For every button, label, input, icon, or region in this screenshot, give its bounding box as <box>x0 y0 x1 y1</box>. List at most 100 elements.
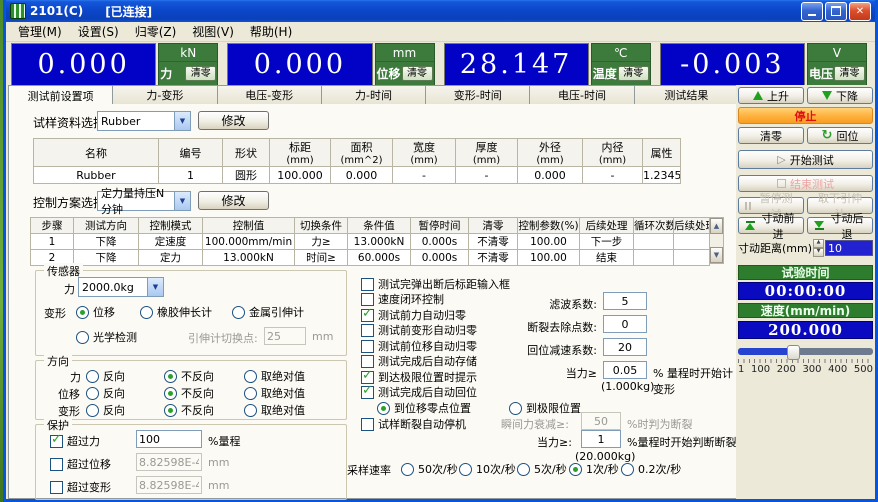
dir-force-absolute[interactable]: 取绝对值 <box>244 368 305 384</box>
tab-pretest-settings[interactable]: 测试前设置项 <box>8 85 113 105</box>
dir-displacement-absolute[interactable]: 取绝对值 <box>244 385 305 401</box>
sampling-50-radio[interactable]: 50次/秒 <box>401 461 458 477</box>
return-arrow-icon: ↻ <box>822 131 833 141</box>
menu-help[interactable]: 帮助(H) <box>242 22 300 41</box>
dir-force-reverse[interactable]: 反向 <box>86 368 125 384</box>
jog-back-button[interactable]: 寸动后退 <box>807 217 873 234</box>
break-force-input[interactable] <box>581 430 621 448</box>
up-button[interactable]: 上升 <box>738 87 804 104</box>
deform-start-input[interactable] <box>603 361 647 379</box>
displacement-label: 位移 <box>377 65 401 82</box>
close-button[interactable]: ✕ <box>849 2 871 21</box>
break-autostop-checkbox[interactable]: 试样断裂自动停机 <box>361 416 466 432</box>
jog-distance-stepper[interactable]: ▲▼ <box>813 239 824 257</box>
minimize-button[interactable] <box>801 2 823 21</box>
jog-forward-button[interactable]: 寸动前进 <box>738 217 804 234</box>
force-decay-input <box>581 412 621 430</box>
sample-table-row[interactable]: Rubber1 圆形100.000 0.000- -0.000 -1.2345 <box>34 167 681 184</box>
checkbox-icon <box>50 435 63 448</box>
option-gauge-popup-checkbox[interactable]: 测试完弹出断后标距输入框 <box>361 276 510 292</box>
return-button[interactable]: ↻回位 <box>807 127 873 144</box>
menu-settings[interactable]: 设置(S) <box>70 22 127 41</box>
radio-icon <box>164 370 177 383</box>
radio-icon <box>86 387 99 400</box>
dir-force-no-reverse[interactable]: 不反向 <box>164 368 214 384</box>
scheme-table-row[interactable]: 1下降 定速度100.000mm/min 力≥13.000kN 0.000s不清… <box>31 234 710 250</box>
tab-test-results[interactable]: 测试结果 <box>635 85 739 105</box>
menu-view[interactable]: 视图(V) <box>184 22 242 41</box>
scroll-down-icon[interactable]: ▼ <box>710 247 723 263</box>
displacement-unit: mm <box>376 44 434 62</box>
filter-coeff-input[interactable] <box>603 292 647 310</box>
tab-force-deform[interactable]: 力-变形 <box>113 85 217 105</box>
menu-zero[interactable]: 归零(Z) <box>127 22 185 41</box>
radio-icon <box>377 402 390 415</box>
stop-button[interactable]: 停止 <box>738 107 873 124</box>
force-decay-suffix: %时判为断裂 <box>627 416 692 432</box>
scroll-up-icon[interactable]: ▲ <box>710 218 723 234</box>
deform-start-label: 当力≥ <box>469 365 597 381</box>
tab-voltage-time[interactable]: 电压-时间 <box>530 85 634 105</box>
sample-table: 名称 编号 形状 标距(mm) 面积(mm^2) 宽度(mm) 厚度(mm) 外… <box>33 138 681 184</box>
scheme-select[interactable]: 定力量持压N分钟 ▼ <box>97 191 191 211</box>
title-bar: 2101(C) [已连接] ✕ <box>6 0 875 22</box>
dir-deform-absolute[interactable]: 取绝对值 <box>244 402 305 418</box>
deform-radio-displacement[interactable]: 位移 <box>76 304 115 320</box>
maximize-button[interactable] <box>825 2 847 21</box>
sample-modify-button[interactable]: 修改 <box>198 111 269 130</box>
stop-square-icon <box>777 179 786 188</box>
break-remove-points-input[interactable] <box>603 315 647 333</box>
down-button[interactable]: 下降 <box>807 87 873 104</box>
dir-displacement-reverse[interactable]: 反向 <box>86 385 125 401</box>
option-autosave-checkbox[interactable]: 测试完成后自动存储 <box>361 353 477 369</box>
dir-displacement-no-reverse[interactable]: 不反向 <box>164 385 214 401</box>
over-deform-checkbox[interactable]: 超过变形 <box>50 479 111 495</box>
menu-bar: 管理(M) 设置(S) 归零(Z) 视图(V) 帮助(H) <box>6 22 875 42</box>
return-decel-input[interactable] <box>603 338 647 356</box>
tab-force-time[interactable]: 力-时间 <box>322 85 426 105</box>
force-clear-button[interactable]: 清零 <box>185 66 216 81</box>
speed-slider-thumb[interactable] <box>787 345 800 360</box>
clear-button[interactable]: 清零 <box>738 127 804 144</box>
scheme-table-row[interactable]: 2下降 定力13.000kN 时间≥60.000s 0.000s不清零 100.… <box>31 250 710 266</box>
deform-radio-metal-extensometer[interactable]: 金属引伸计 <box>232 304 304 320</box>
dir-deform-reverse[interactable]: 反向 <box>86 402 125 418</box>
option-limit-prompt-checkbox[interactable]: 到达极限位置时提示 <box>361 369 477 385</box>
option-force-autozero-checkbox[interactable]: 测试前力自动归零 <box>361 307 466 323</box>
return-limit-radio[interactable]: 到极限位置 <box>509 400 581 416</box>
deform-radio-optical[interactable]: 光学检测 <box>76 329 137 345</box>
sampling-02-radio[interactable]: 0.2次/秒 <box>621 461 681 477</box>
sampling-5-radio[interactable]: 5次/秒 <box>517 461 567 477</box>
voltage-clear-button[interactable]: 清零 <box>834 66 865 81</box>
speed-slider[interactable] <box>738 345 873 358</box>
force-unit: kN <box>159 44 217 62</box>
sampling-10-radio[interactable]: 10次/秒 <box>459 461 516 477</box>
scheme-modify-button[interactable]: 修改 <box>198 191 269 210</box>
tab-deform-time[interactable]: 变形-时间 <box>426 85 530 105</box>
break-force-suffix: %量程时开始判断断裂 <box>627 434 736 450</box>
load-cell-select[interactable]: 2000.0kg ▼ <box>78 277 164 297</box>
option-auto-return-checkbox[interactable]: 测试完成后自动回位 <box>361 384 477 400</box>
jog-distance-input[interactable]: 10 <box>825 240 873 256</box>
over-force-input[interactable] <box>136 430 202 448</box>
sampling-1-radio[interactable]: 1次/秒 <box>569 461 619 477</box>
dir-deform-no-reverse[interactable]: 不反向 <box>164 402 214 418</box>
deform-radio-rubber-extensometer[interactable]: 橡胶伸长计 <box>140 304 212 320</box>
force-decay-label: 瞬间力衰减≥: <box>501 416 569 432</box>
option-displacement-autozero-checkbox[interactable]: 测试前位移自动归零 <box>361 338 477 354</box>
displacement-clear-button[interactable]: 清零 <box>402 66 433 81</box>
temperature-clear-button[interactable]: 清零 <box>618 66 649 81</box>
over-force-checkbox[interactable]: 超过力 <box>50 433 100 449</box>
menu-manage[interactable]: 管理(M) <box>10 22 70 41</box>
tab-voltage-deform[interactable]: 电压-变形 <box>218 85 322 105</box>
radio-icon <box>459 463 472 476</box>
radio-icon <box>164 387 177 400</box>
return-zero-radio[interactable]: 到位移零点位置 <box>377 400 471 416</box>
option-speed-closedloop-checkbox[interactable]: 速度闭环控制 <box>361 291 444 307</box>
scheme-table-scrollbar[interactable]: ▲ ▼ <box>709 217 724 264</box>
start-test-button[interactable]: ▷开始测试 <box>738 150 873 169</box>
sample-select[interactable]: Rubber ▼ <box>97 111 191 131</box>
option-deform-autozero-checkbox[interactable]: 测试前变形自动归零 <box>361 322 477 338</box>
temperature-display: 28.147 <box>444 43 589 86</box>
over-displacement-checkbox[interactable]: 超过位移 <box>50 456 111 472</box>
